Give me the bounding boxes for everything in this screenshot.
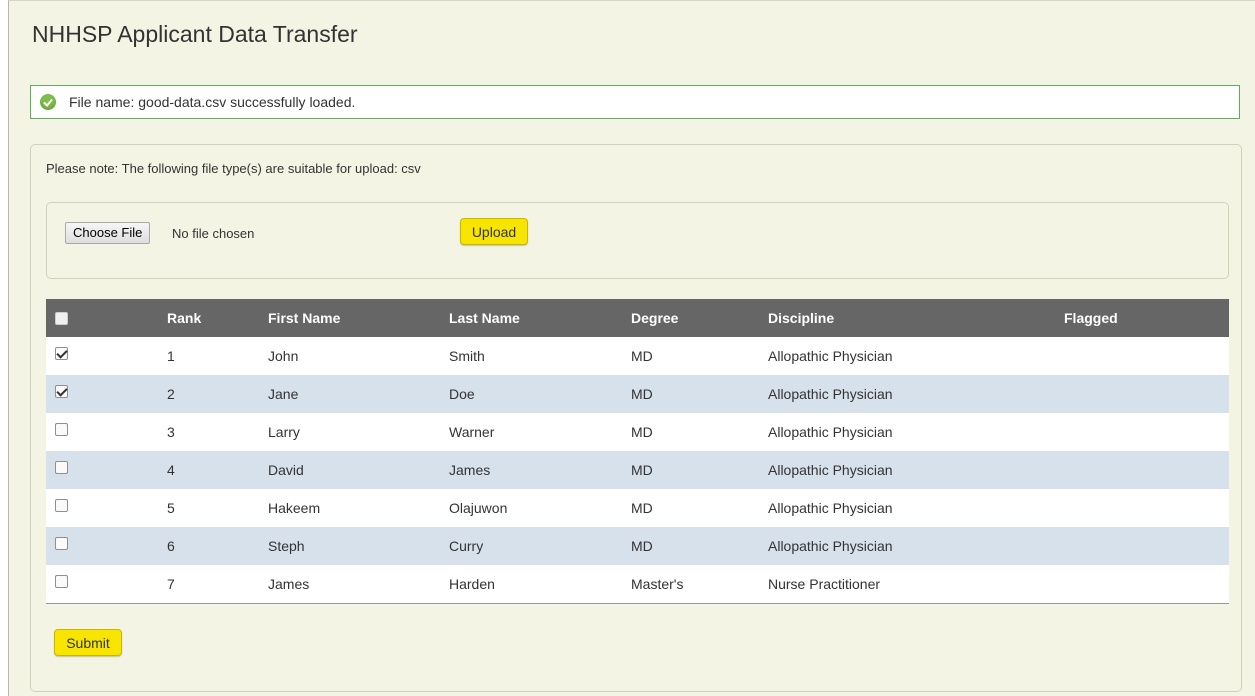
cell-last-name: Doe [449,386,475,402]
header-first-name[interactable]: First Name [268,299,449,337]
cell-flagged [1064,337,1229,375]
page-container: NHHSP Applicant Data Transfer File name:… [8,0,1255,696]
row-checkbox[interactable] [55,498,68,512]
row-checkbox[interactable] [55,384,68,398]
header-flagged[interactable]: Flagged [1064,299,1229,337]
cell-first-name: Jane [268,386,299,402]
cell-degree: MD [631,386,653,402]
cell-flagged [1064,413,1229,451]
row-checkbox[interactable] [55,536,68,550]
row-checkbox[interactable] [55,460,68,474]
cell-flagged [1064,565,1229,603]
cell-first-name: Hakeem [268,500,321,516]
cell-degree: MD [631,538,653,554]
cell-first-name: James [268,575,310,592]
file-type-note: Please note: The following file type(s) … [46,161,421,176]
cell-rank: 1 [167,348,175,364]
cell-rank: 5 [167,500,175,516]
cell-flagged [1064,375,1229,413]
cell-last-name: James [449,462,491,478]
table-row: 4 David James MD Allopathic Physician [46,451,1229,489]
header-last-name[interactable]: Last Name [449,299,631,337]
cell-first-name: David [268,462,304,478]
cell-rank: 2 [167,386,175,402]
cell-last-name: Curry [449,538,484,554]
page-title: NHHSP Applicant Data Transfer [32,21,358,47]
submit-button[interactable]: Submit [54,629,122,656]
row-checkbox[interactable] [55,422,68,436]
table-header-row: Rank First Name Last Name Degree Discipl… [46,299,1229,337]
table-row: 3 Larry Warner MD Allopathic Physician [46,413,1229,451]
cell-last-name: Olajuwon [449,500,508,516]
table-row: 6 Steph Curry MD Allopathic Physician [46,527,1229,565]
table-row: 5 Hakeem Olajuwon MD Allopathic Physician [46,489,1229,527]
cell-last-name: Warner [449,424,495,440]
upload-button[interactable]: Upload [460,218,528,245]
cell-degree: Master's [631,575,684,592]
header-rank[interactable]: Rank [167,299,268,337]
success-alert: File name: good-data.csv successfully lo… [30,85,1240,119]
table-row: 7 James Harden Master's Nurse Practitioner [46,565,1229,603]
table-row: 2 Jane Doe MD Allopathic Physician [46,375,1229,413]
row-checkbox[interactable] [55,574,68,588]
cell-first-name: John [268,348,299,364]
choose-file-button[interactable]: Choose File [65,222,151,244]
cell-discipline: Nurse Practitioner [768,575,881,592]
table-row: 1 John Smith MD Allopathic Physician [46,337,1229,375]
cell-first-name: Larry [268,424,300,440]
cell-rank: 6 [167,538,175,554]
cell-degree: MD [631,500,653,516]
cell-rank: 4 [167,462,175,478]
header-discipline[interactable]: Discipline [768,299,1064,337]
cell-discipline: Allopathic Physician [768,538,893,554]
cell-discipline: Allopathic Physician [768,462,893,478]
header-degree[interactable]: Degree [631,299,768,337]
cell-flagged [1064,489,1229,527]
cell-degree: MD [631,348,653,364]
select-all-checkbox[interactable] [55,311,68,325]
cell-degree: MD [631,424,653,440]
cell-last-name: Harden [449,575,495,592]
cell-flagged [1064,527,1229,565]
cell-rank: 7 [167,575,175,592]
alert-message: File name: good-data.csv successfully lo… [69,94,356,110]
cell-degree: MD [631,462,653,478]
cell-rank: 3 [167,424,175,440]
cell-first-name: Steph [268,538,305,554]
cell-discipline: Allopathic Physician [768,424,893,440]
success-check-icon [40,94,56,110]
no-file-text: No file chosen [172,226,255,241]
row-checkbox[interactable] [55,346,68,360]
cell-flagged [1064,451,1229,489]
cell-discipline: Allopathic Physician [768,348,893,364]
upload-panel: Please note: The following file type(s) … [30,144,1242,692]
applicant-table: Rank First Name Last Name Degree Discipl… [46,299,1229,604]
upload-box: Choose File No file chosen Upload [46,202,1229,279]
cell-discipline: Allopathic Physician [768,386,893,402]
cell-last-name: Smith [449,348,485,364]
applicant-table-wrap: Rank First Name Last Name Degree Discipl… [46,299,1229,604]
cell-discipline: Allopathic Physician [768,500,893,516]
